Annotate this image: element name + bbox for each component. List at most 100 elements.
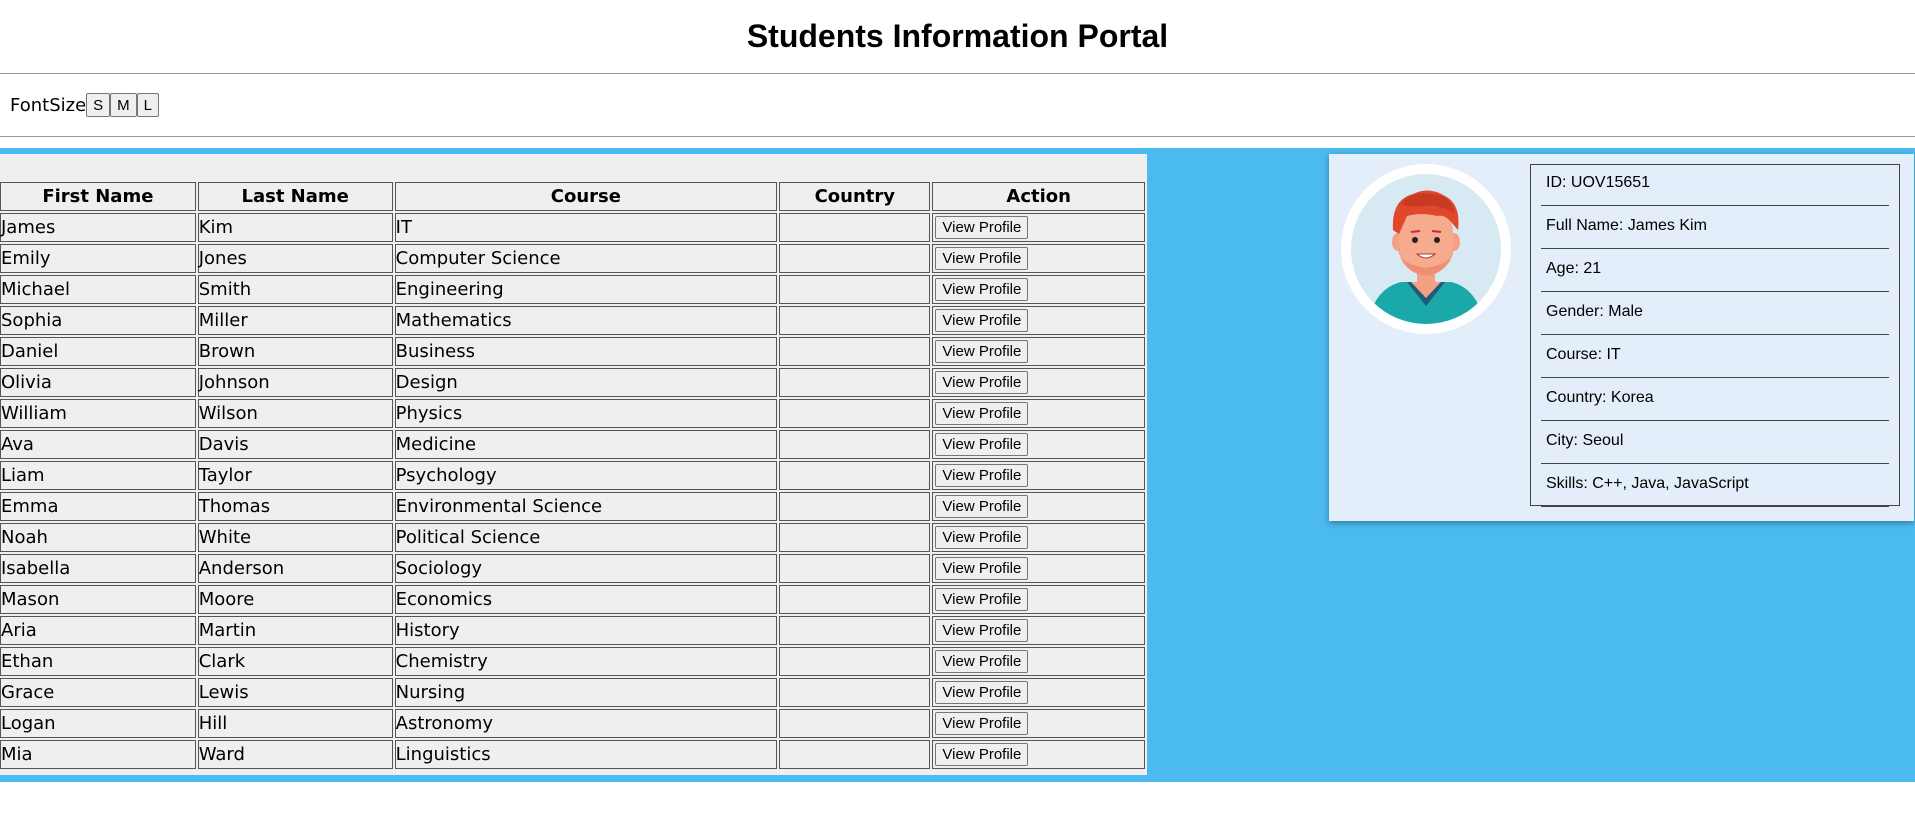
view-profile-button[interactable]: View Profile (935, 650, 1029, 673)
table-row: Michael Smith Engineering View Profile (0, 275, 1145, 304)
cell-first-name: Emma (0, 492, 196, 521)
cell-action: View Profile (932, 554, 1145, 583)
cell-course: Design (394, 368, 778, 397)
table-header-row: First Name Last Name Course Country Acti… (0, 182, 1145, 211)
cell-action: View Profile (932, 213, 1145, 242)
table-row: Emma Thomas Environmental Science View Prof… (0, 492, 1145, 521)
profile-field-text: Full Name: James Kim (1546, 217, 1707, 234)
profile-field-text: Country: Korea (1546, 389, 1654, 406)
cell-course: Mathematics (394, 306, 778, 335)
cell-country (779, 399, 931, 428)
column-header-course: Course (394, 182, 778, 211)
cell-action: View Profile (932, 461, 1145, 490)
profile-id: ID: UOV15651 (1541, 174, 1889, 206)
view-profile-button[interactable]: View Profile (935, 588, 1029, 611)
profile-age: Age: 21 (1541, 260, 1889, 292)
profile-full-name: Full Name: James Kim (1541, 217, 1889, 249)
view-profile-button[interactable]: View Profile (935, 526, 1029, 549)
cell-last-name: Hill (197, 709, 393, 738)
cell-last-name: Taylor (197, 461, 393, 490)
cell-country (779, 678, 931, 707)
cell-first-name: James (0, 213, 196, 242)
cell-course: Chemistry (394, 647, 778, 676)
fontsize-small-button[interactable]: S (86, 93, 111, 117)
content-area: First Name Last Name Course Country Acti… (0, 148, 1915, 782)
table-row: Liam Taylor Psychology View Profile (0, 461, 1145, 490)
view-profile-button[interactable]: View Profile (935, 247, 1029, 270)
cell-action: View Profile (932, 740, 1145, 769)
cell-country (779, 523, 931, 552)
cell-action: View Profile (932, 399, 1145, 428)
cell-last-name: Kim (197, 213, 393, 242)
cell-country (779, 616, 931, 645)
profile-field-text: Age: 21 (1546, 260, 1602, 277)
profile-course: Course: IT (1541, 346, 1889, 378)
cell-action: View Profile (932, 275, 1145, 304)
view-profile-button[interactable]: View Profile (935, 309, 1029, 332)
cell-course: Political Science (394, 523, 778, 552)
cell-course: Nursing (394, 678, 778, 707)
cell-country (779, 244, 931, 273)
profile-field-text: City: Seoul (1546, 432, 1624, 449)
cell-course: Psychology (394, 461, 778, 490)
table-row: James Kim IT View Profile (0, 213, 1145, 242)
cell-action: View Profile (932, 523, 1145, 552)
table-row: Noah White Political Science View Profile (0, 523, 1145, 552)
view-profile-button[interactable]: View Profile (935, 402, 1029, 425)
cell-last-name: Anderson (197, 554, 393, 583)
cell-country (779, 585, 931, 614)
cell-action: View Profile (932, 647, 1145, 676)
view-profile-button[interactable]: View Profile (935, 433, 1029, 456)
cell-country (779, 213, 931, 242)
cell-action: View Profile (932, 678, 1145, 707)
view-profile-button[interactable]: View Profile (935, 371, 1029, 394)
cell-course: Linguistics (394, 740, 778, 769)
page-title: Students Information Portal (746, 18, 1169, 54)
view-profile-button[interactable]: View Profile (935, 743, 1029, 766)
view-profile-button[interactable]: View Profile (935, 340, 1029, 363)
cell-last-name: White (197, 523, 393, 552)
cell-first-name: Noah (0, 523, 196, 552)
view-profile-button[interactable]: View Profile (935, 495, 1029, 518)
view-profile-button[interactable]: View Profile (935, 619, 1029, 642)
view-profile-button[interactable]: View Profile (935, 557, 1029, 580)
cell-last-name: Clark (197, 647, 393, 676)
cell-course: History (394, 616, 778, 645)
cell-course: Sociology (394, 554, 778, 583)
view-profile-button[interactable]: View Profile (935, 712, 1029, 735)
view-profile-button[interactable]: View Profile (935, 278, 1029, 301)
fontsize-large-button[interactable]: L (136, 93, 159, 117)
cell-last-name: Thomas (197, 492, 393, 521)
cell-first-name: Ava (0, 430, 196, 459)
table-row: William Wilson Physics View Profile (0, 399, 1145, 428)
cell-last-name: Ward (197, 740, 393, 769)
cell-first-name: Logan (0, 709, 196, 738)
view-profile-button[interactable]: View Profile (935, 216, 1029, 239)
cell-first-name: Mia (0, 740, 196, 769)
male-student-avatar-icon (1341, 164, 1511, 334)
column-header-first-name: First Name (0, 182, 196, 211)
cell-country (779, 740, 931, 769)
cell-last-name: Wilson (197, 399, 393, 428)
profile-details: ID: UOV15651 Full Name: James Kim Age: 21 G… (1530, 164, 1900, 507)
view-profile-button[interactable]: View Profile (935, 464, 1029, 487)
table-row: Isabella Anderson Sociology View Profile (0, 554, 1145, 583)
cell-first-name: William (0, 399, 196, 428)
cell-last-name: Moore (197, 585, 393, 614)
table-row: Olivia Johnson Design View Profile (0, 368, 1145, 397)
students-table: First Name Last Name Course Country Acti… (0, 180, 1147, 771)
cell-last-name: Brown (197, 337, 393, 366)
table-row: Sophia Miller Mathematics View Profile (0, 306, 1145, 335)
fontsize-medium-button[interactable]: M (110, 93, 137, 117)
cell-action: View Profile (932, 430, 1145, 459)
cell-country (779, 368, 931, 397)
view-profile-button[interactable]: View Profile (935, 681, 1029, 704)
cell-course: Business (394, 337, 778, 366)
cell-first-name: Olivia (0, 368, 196, 397)
cell-first-name: Daniel (0, 337, 196, 366)
cell-course: Environmental Science (394, 492, 778, 521)
cell-country (779, 647, 931, 676)
profile-field-text: Gender: Male (1546, 303, 1643, 320)
profile-gender: Gender: Male (1541, 303, 1889, 335)
table-row: Mason Moore Economics View Profile (0, 585, 1145, 614)
